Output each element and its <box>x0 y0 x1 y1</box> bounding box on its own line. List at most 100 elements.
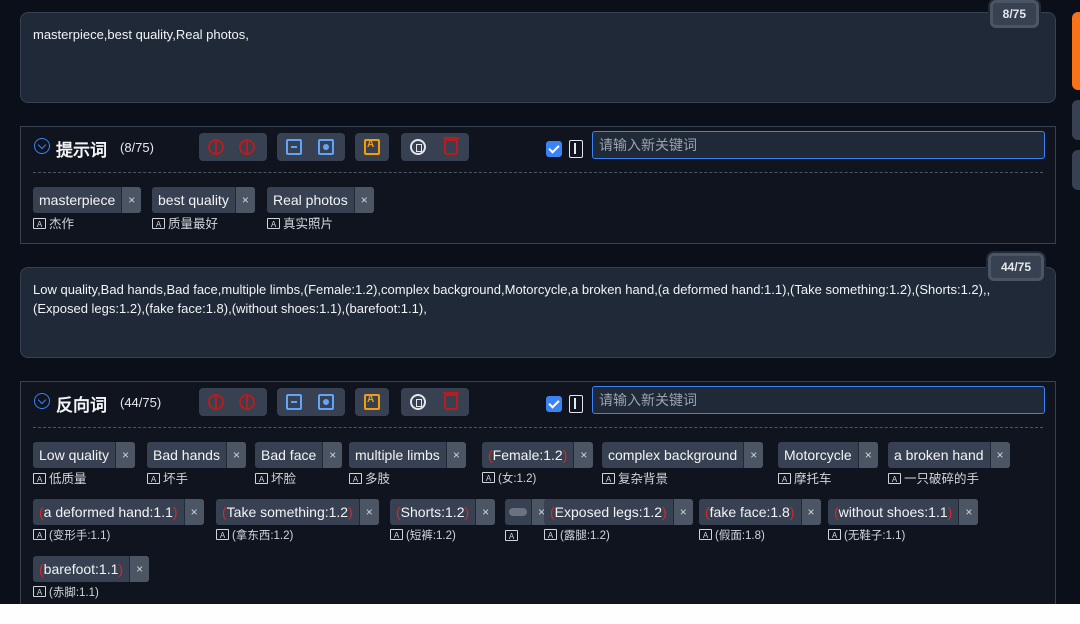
remove-tag-icon[interactable]: × <box>183 499 204 525</box>
remove-tag-icon[interactable]: × <box>743 442 764 468</box>
tag-item: a broken hand × A 一只破碎的手 <box>888 442 1010 487</box>
bookmark-icon[interactable] <box>318 139 334 155</box>
tag-translation: A 杰作 <box>33 216 141 232</box>
auto-translate-checkbox[interactable] <box>546 396 562 412</box>
translate-icon: A <box>349 473 362 485</box>
side-tab-active[interactable] <box>1072 12 1080 90</box>
tag-translation: A (短裤:1.2) <box>390 528 495 544</box>
remove-tag-icon[interactable]: × <box>573 442 594 468</box>
tag-translation: A (拿东西:1.2) <box>216 528 379 544</box>
tag-chip[interactable]: complex background × <box>602 442 764 468</box>
trash-icon[interactable] <box>443 137 459 155</box>
tag-item: (Female:1.2) × A (女:1.2) <box>482 442 594 487</box>
tag-chip[interactable]: (barefoot:1.1) × <box>33 556 150 582</box>
translate-icon: A <box>267 218 280 230</box>
remove-tag-icon[interactable]: × <box>358 499 379 525</box>
favorites-button-group <box>277 133 345 161</box>
tag-translation: A 复杂背景 <box>602 471 763 487</box>
positive-prompt-textarea[interactable]: masterpiece,best quality,Real photos, <box>20 12 1056 103</box>
remove-tag-icon[interactable]: × <box>225 442 246 468</box>
remove-tag-icon[interactable]: × <box>475 499 496 525</box>
tag-item: Motorcycle × A 摩托车 <box>778 442 878 487</box>
translate-icon: A <box>33 529 46 541</box>
tag-chip[interactable]: Bad hands × <box>147 442 246 468</box>
history-icon[interactable] <box>286 394 302 410</box>
tag-chip[interactable]: Low quality × <box>33 442 136 468</box>
tag-chip[interactable]: best quality × <box>152 187 255 213</box>
remove-tag-icon[interactable]: × <box>857 442 878 468</box>
tag-item: (Take something:1.2) × A (拿东西:1.2) <box>216 499 379 544</box>
remove-tag-icon[interactable]: × <box>115 442 136 468</box>
positive-panel-header: 提示词 (8/75) <box>21 127 1055 167</box>
tag-chip[interactable]: a broken hand × <box>888 442 1010 468</box>
side-tab[interactable] <box>1072 100 1080 140</box>
tag-chip[interactable]: multiple limbs × <box>349 442 466 468</box>
translate-button[interactable] <box>355 388 389 416</box>
new-keyword-input[interactable] <box>592 131 1045 159</box>
remove-tag-icon[interactable]: × <box>989 442 1010 468</box>
tag-chip[interactable]: Bad face × <box>255 442 343 468</box>
negative-prompt-textarea[interactable]: Low quality,Bad hands,Bad face,multiple … <box>20 267 1056 358</box>
tag-chip[interactable]: (Take something:1.2) × <box>216 499 379 525</box>
right-side-tabs <box>1070 0 1080 604</box>
empty-pill-icon <box>509 508 527 516</box>
tag-translation: A 坏脸 <box>255 471 342 487</box>
tag-chip[interactable]: (a deformed hand:1.1) × <box>33 499 204 525</box>
trash-icon[interactable] <box>443 392 459 410</box>
copy-icon[interactable] <box>410 394 426 410</box>
tag-item: (fake face:1.8) × A (假面:1.8) <box>699 499 821 544</box>
globe-red-icon[interactable] <box>239 139 255 155</box>
remove-tag-icon[interactable]: × <box>234 187 255 213</box>
tag-chip[interactable]: Real photos × <box>267 187 374 213</box>
tag-chip[interactable]: (fake face:1.8) × <box>699 499 821 525</box>
tag-item: (Exposed legs:1.2) × A (露腿:1.2) <box>544 499 693 544</box>
globe-red-icon[interactable] <box>208 394 224 410</box>
tag-chip[interactable]: (Shorts:1.2) × <box>390 499 496 525</box>
tag-item: Low quality × A 低质量 <box>33 442 136 487</box>
web-button-group <box>199 388 267 416</box>
side-tab[interactable] <box>1072 150 1080 190</box>
new-keyword-input[interactable] <box>592 386 1045 414</box>
tag-chip[interactable]: (Exposed legs:1.2) × <box>544 499 693 525</box>
tag-item: Real photos × A 真实照片 <box>267 187 374 232</box>
auto-translate-checkbox[interactable] <box>546 141 562 157</box>
tag-chip[interactable]: Motorcycle × <box>778 442 878 468</box>
remove-tag-icon[interactable]: × <box>958 499 979 525</box>
negative-prompt-text: Low quality,Bad hands,Bad face,multiple … <box>33 282 991 316</box>
remove-tag-icon[interactable]: × <box>672 499 693 525</box>
bookmark-icon[interactable] <box>318 394 334 410</box>
remove-tag-icon[interactable]: × <box>322 442 343 468</box>
text-cursor-icon[interactable] <box>569 140 583 158</box>
remove-tag-icon[interactable]: × <box>353 187 374 213</box>
positive-panel-count: (8/75) <box>120 140 154 155</box>
remove-tag-icon[interactable]: × <box>445 442 466 468</box>
remove-tag-icon[interactable]: × <box>129 556 150 582</box>
copy-clear-button-group <box>401 388 469 416</box>
translate-icon: A <box>216 529 229 541</box>
collapse-chevron-icon[interactable] <box>34 138 50 154</box>
translate-icon: A <box>33 586 46 598</box>
tag-chip[interactable]: masterpiece × <box>33 187 142 213</box>
translate-icon: A <box>255 473 268 485</box>
collapse-chevron-icon[interactable] <box>34 393 50 409</box>
tag-item: Bad face × A 坏脸 <box>255 442 343 487</box>
translate-icon: A <box>602 473 615 485</box>
tag-item: (Shorts:1.2) × A (短裤:1.2) <box>390 499 496 544</box>
text-cursor-icon[interactable] <box>569 395 583 413</box>
copy-icon[interactable] <box>410 139 426 155</box>
tag-chip[interactable]: (without shoes:1.1) × <box>828 499 979 525</box>
history-icon[interactable] <box>286 139 302 155</box>
globe-red-icon[interactable] <box>239 394 255 410</box>
globe-red-icon[interactable] <box>208 139 224 155</box>
tag-chip[interactable]: (Female:1.2) × <box>482 442 594 468</box>
remove-tag-icon[interactable]: × <box>121 187 142 213</box>
remove-tag-icon[interactable]: × <box>800 499 821 525</box>
translate-icon: A <box>828 529 841 541</box>
web-button-group <box>199 133 267 161</box>
translate-icon: A <box>390 529 403 541</box>
translate-icon: A <box>544 529 557 541</box>
negative-panel-title: 反向词 <box>56 396 107 415</box>
translate-button[interactable] <box>355 133 389 161</box>
tag-item: (a deformed hand:1.1) × A (变形手:1.1) <box>33 499 204 544</box>
tag-item: (without shoes:1.1) × A (无鞋子:1.1) <box>828 499 979 544</box>
